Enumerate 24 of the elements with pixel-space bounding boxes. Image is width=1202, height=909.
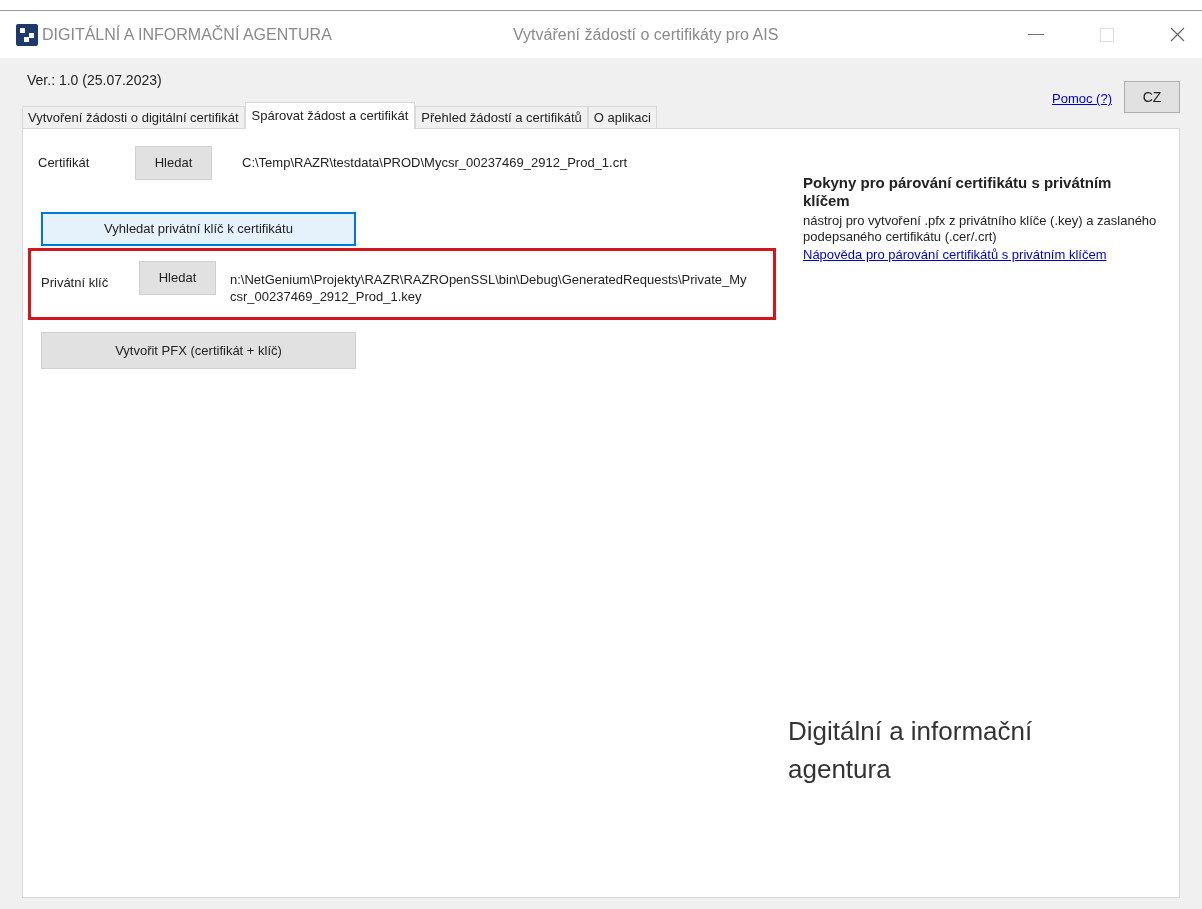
tab[interactable]: Přehled žádostí a certifikátů [415, 106, 588, 128]
app-logo-icon [16, 23, 38, 46]
certificate-label: Certifikát [38, 154, 91, 173]
browse-button[interactable]: Hledat [139, 261, 216, 295]
certificate-path: C:\Temp\RAZR\testdata\PROD\Mycsr_00237469_2912_Prod_1.crt [242, 154, 628, 173]
language-button[interactable]: CZ [1124, 81, 1180, 113]
instructions-text: nástroj pro vytvoření .pfx z privátního klíče (.key) a zaslaného podepsaného certifikátu (.cer/.crt) [803, 213, 1158, 245]
help-link[interactable]: Pomoc (?) [1052, 89, 1112, 109]
minimize-icon[interactable] [1028, 33, 1044, 36]
tab[interactable]: Vytvoření žádosti o digitální certifikát [22, 106, 245, 128]
window-title: Vytváření žádostí o certifikáty pro AIS [513, 24, 779, 45]
find-key-button[interactable]: Vyhledat privátní klíč k certifikátu [41, 212, 356, 246]
instructions-title: Pokyny pro párování certifikátu s privátním klíčem [803, 174, 1113, 210]
version-label: Ver.: 1.0 (25.07.2023) [27, 71, 162, 90]
create-pfx-button[interactable]: Vytvořit PFX (certifikát + klíč) [41, 332, 356, 369]
app-name: DIGITÁLNÍ A INFORMAČNÍ AGENTURA [42, 24, 332, 45]
private-key-label: Privátní klíč [41, 274, 110, 292]
browse-button[interactable]: Hledat [135, 146, 212, 180]
tab[interactable]: Spárovat žádost a certifikát [244, 102, 416, 129]
close-icon[interactable] [1170, 27, 1185, 42]
tab[interactable]: O aplikaci [587, 106, 657, 128]
brand-text: Digitální a informační agentura [788, 715, 1034, 786]
private-key-path: n:\NetGenium\Projekty\RAZR\RAZROpenSSL\bin\Debug\GeneratedRequests\Private_Mycsr_00237469_2912_Prod_1.key [230, 271, 748, 305]
help-link[interactable]: Nápověda pro párování certifikátů s privátním klíčem [803, 247, 1143, 263]
